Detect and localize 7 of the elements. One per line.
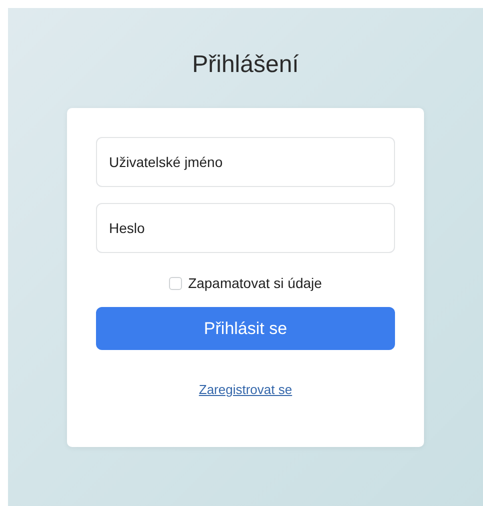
input-field[interactable]: Heslo xyxy=(96,203,395,253)
page-title: Přihlášení xyxy=(192,50,299,80)
input-field[interactable]: Uživatelské jméno xyxy=(96,137,395,187)
remember-label: Zapamatovat si údaje xyxy=(188,275,322,291)
register-link[interactable]: Zaregistrovat se xyxy=(198,382,292,397)
checkbox[interactable] xyxy=(169,276,182,290)
login-button[interactable]: Přihlásit se xyxy=(96,307,395,350)
